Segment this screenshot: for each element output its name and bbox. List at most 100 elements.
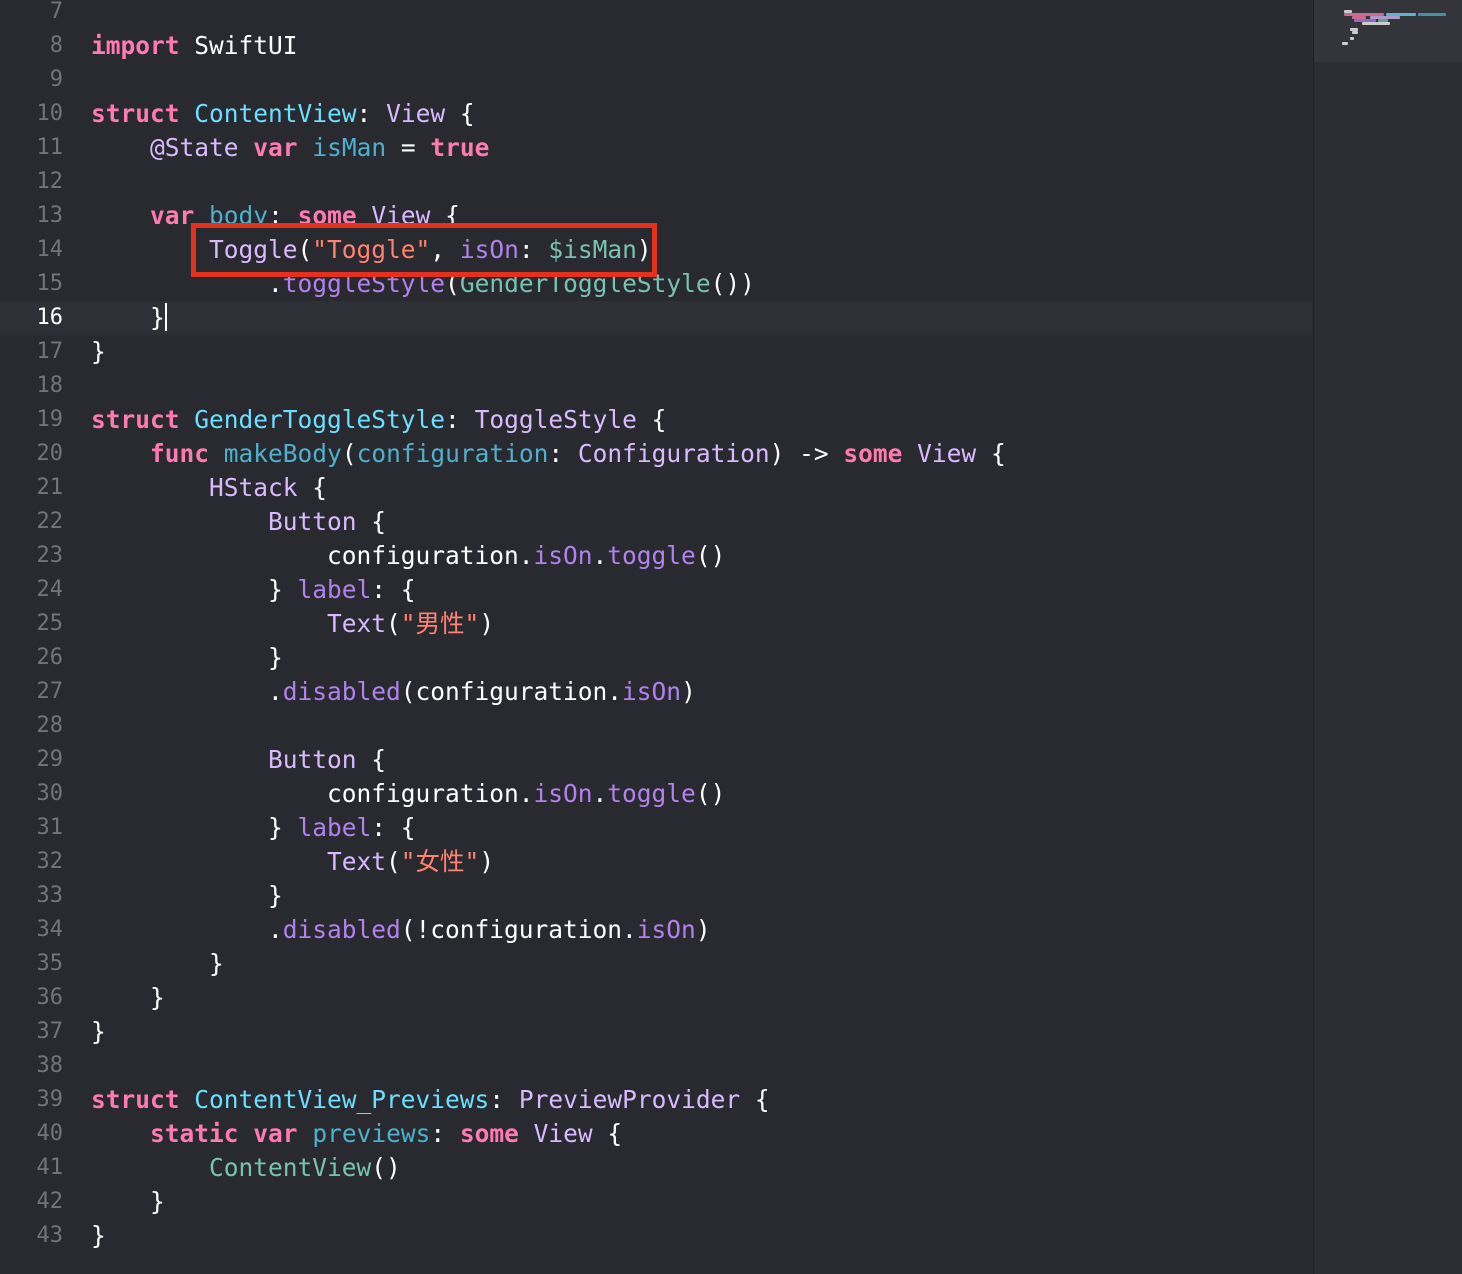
code-line[interactable]: 17} bbox=[0, 335, 1312, 369]
code-token: var bbox=[150, 201, 195, 230]
code-token: previews bbox=[312, 1119, 431, 1148]
code-token: disabled bbox=[282, 915, 401, 944]
code-token: } bbox=[91, 1017, 106, 1046]
line-number: 8 bbox=[49, 33, 63, 58]
code-token: = bbox=[386, 133, 431, 162]
code-token: "Toggle" bbox=[312, 235, 431, 264]
code-token: "女性" bbox=[400, 847, 480, 876]
code-line[interactable]: 36 } bbox=[0, 981, 1312, 1015]
code-line[interactable]: 26 } bbox=[0, 641, 1312, 675]
code-editor[interactable]: 7 8 import SwiftUI 9 10 struct ContentView: V… bbox=[0, 0, 1312, 1274]
line-number: 28 bbox=[36, 713, 64, 738]
code-token: : bbox=[430, 1119, 460, 1148]
code-token: (configuration. bbox=[400, 677, 623, 706]
minimap-code-strip bbox=[1350, 37, 1354, 40]
code-text: Button { bbox=[91, 743, 386, 777]
code-line[interactable]: 31 } label: { bbox=[0, 811, 1312, 845]
code-line[interactable]: 24 } label: { bbox=[0, 573, 1312, 607]
code-token: ) bbox=[695, 915, 711, 944]
code-token: GenderToggleStyle bbox=[194, 405, 446, 434]
code-token: some bbox=[843, 439, 903, 468]
code-token: : bbox=[548, 439, 578, 468]
minimap-viewport[interactable] bbox=[1314, 0, 1462, 62]
code-line[interactable]: 27 .disabled(configuration.isOn) bbox=[0, 675, 1312, 709]
code-token: View bbox=[917, 439, 977, 468]
code-text: } bbox=[91, 981, 165, 1015]
code-text: struct GenderToggleStyle: ToggleStyle { bbox=[91, 403, 666, 437]
line-number: 26 bbox=[36, 645, 64, 670]
code-line[interactable]: 42 } bbox=[0, 1185, 1312, 1219]
code-line[interactable]: 16 } bbox=[0, 301, 1312, 335]
code-line[interactable]: 41 ContentView() bbox=[0, 1151, 1312, 1185]
code-line[interactable]: 21 HStack { bbox=[0, 471, 1312, 505]
code-token: disabled bbox=[282, 677, 401, 706]
code-token: configuration. bbox=[91, 541, 534, 570]
code-token: "男性" bbox=[400, 609, 480, 638]
code-line[interactable]: 43} bbox=[0, 1219, 1312, 1253]
code-line[interactable]: 35 } bbox=[0, 947, 1312, 981]
code-token: $isMan bbox=[548, 235, 637, 264]
code-token: makeBody bbox=[223, 439, 342, 468]
code-token: some bbox=[459, 1119, 519, 1148]
code-token: { bbox=[297, 473, 328, 502]
code-token: PreviewProvider bbox=[518, 1085, 741, 1114]
code-line[interactable]: 18 bbox=[0, 369, 1312, 403]
text-cursor bbox=[164, 303, 167, 331]
code-token: Text bbox=[327, 847, 387, 876]
line-number: 43 bbox=[36, 1223, 64, 1248]
code-line[interactable]: 10 struct ContentView: View { bbox=[0, 97, 1312, 131]
code-token: toggle bbox=[607, 779, 696, 808]
line-number: 11 bbox=[36, 135, 64, 160]
line-number: 24 bbox=[36, 577, 64, 602]
code-token: isOn bbox=[533, 779, 593, 808]
line-number: 18 bbox=[36, 373, 64, 398]
code-line[interactable]: 32 Text("女性") bbox=[0, 845, 1312, 879]
code-line[interactable]: 40 static var previews: some View { bbox=[0, 1117, 1312, 1151]
code-line[interactable]: 39 struct ContentView_Previews: PreviewPr… bbox=[0, 1083, 1312, 1117]
code-token: : bbox=[445, 405, 475, 434]
code-line[interactable]: 29 Button { bbox=[0, 743, 1312, 777]
code-line[interactable]: 25 Text("男性") bbox=[0, 607, 1312, 641]
minimap[interactable] bbox=[1313, 0, 1462, 1274]
code-token: ( bbox=[341, 439, 357, 468]
code-line[interactable]: 7 bbox=[0, 0, 1312, 29]
minimap-code-strip bbox=[1418, 13, 1446, 16]
code-line[interactable]: 37} bbox=[0, 1015, 1312, 1049]
code-token: ) bbox=[636, 235, 652, 264]
code-line[interactable]: 28 bbox=[0, 709, 1312, 743]
code-token: { bbox=[592, 1119, 623, 1148]
code-line[interactable]: 20 func makeBody(configuration: Configur… bbox=[0, 437, 1312, 471]
code-text: func makeBody(configuration: Configurati… bbox=[91, 437, 1006, 471]
code-token: ) bbox=[479, 609, 495, 638]
code-line[interactable]: 12 bbox=[0, 165, 1312, 199]
code-token: , bbox=[430, 235, 460, 264]
minimap-code-strip bbox=[1352, 31, 1358, 34]
code-token: Toggle bbox=[209, 235, 298, 264]
code-token: : { bbox=[371, 813, 416, 842]
line-number: 7 bbox=[49, 0, 63, 24]
code-line[interactable]: 33 } bbox=[0, 879, 1312, 913]
code-line[interactable]: 38 bbox=[0, 1049, 1312, 1083]
code-token: var bbox=[253, 1119, 298, 1148]
code-text: Text("女性") bbox=[91, 845, 494, 879]
code-token: configuration bbox=[356, 439, 549, 468]
code-line[interactable]: 30 configuration.isOn.toggle() bbox=[0, 777, 1312, 811]
code-line[interactable]: 19 struct GenderToggleStyle: ToggleStyle … bbox=[0, 403, 1312, 437]
code-line[interactable]: 11 @State var isMan = true bbox=[0, 131, 1312, 165]
highlighted-code: Toggle("Toggle", isOn: $isMan) bbox=[209, 233, 652, 267]
minimap-code-strip bbox=[1342, 42, 1348, 45]
code-text: } bbox=[91, 1219, 106, 1253]
code-text: .disabled(configuration.isOn) bbox=[91, 675, 696, 709]
code-text: } bbox=[91, 879, 283, 913]
code-text: } bbox=[91, 1185, 165, 1219]
code-line[interactable]: 8 import SwiftUI bbox=[0, 29, 1312, 63]
code-token: ) bbox=[479, 847, 495, 876]
code-line[interactable]: 34 .disabled(!configuration.isOn) bbox=[0, 913, 1312, 947]
code-line[interactable]: 9 bbox=[0, 63, 1312, 97]
code-line[interactable]: 22 Button { bbox=[0, 505, 1312, 539]
line-number: 22 bbox=[36, 509, 64, 534]
code-line[interactable]: 23 configuration.isOn.toggle() bbox=[0, 539, 1312, 573]
